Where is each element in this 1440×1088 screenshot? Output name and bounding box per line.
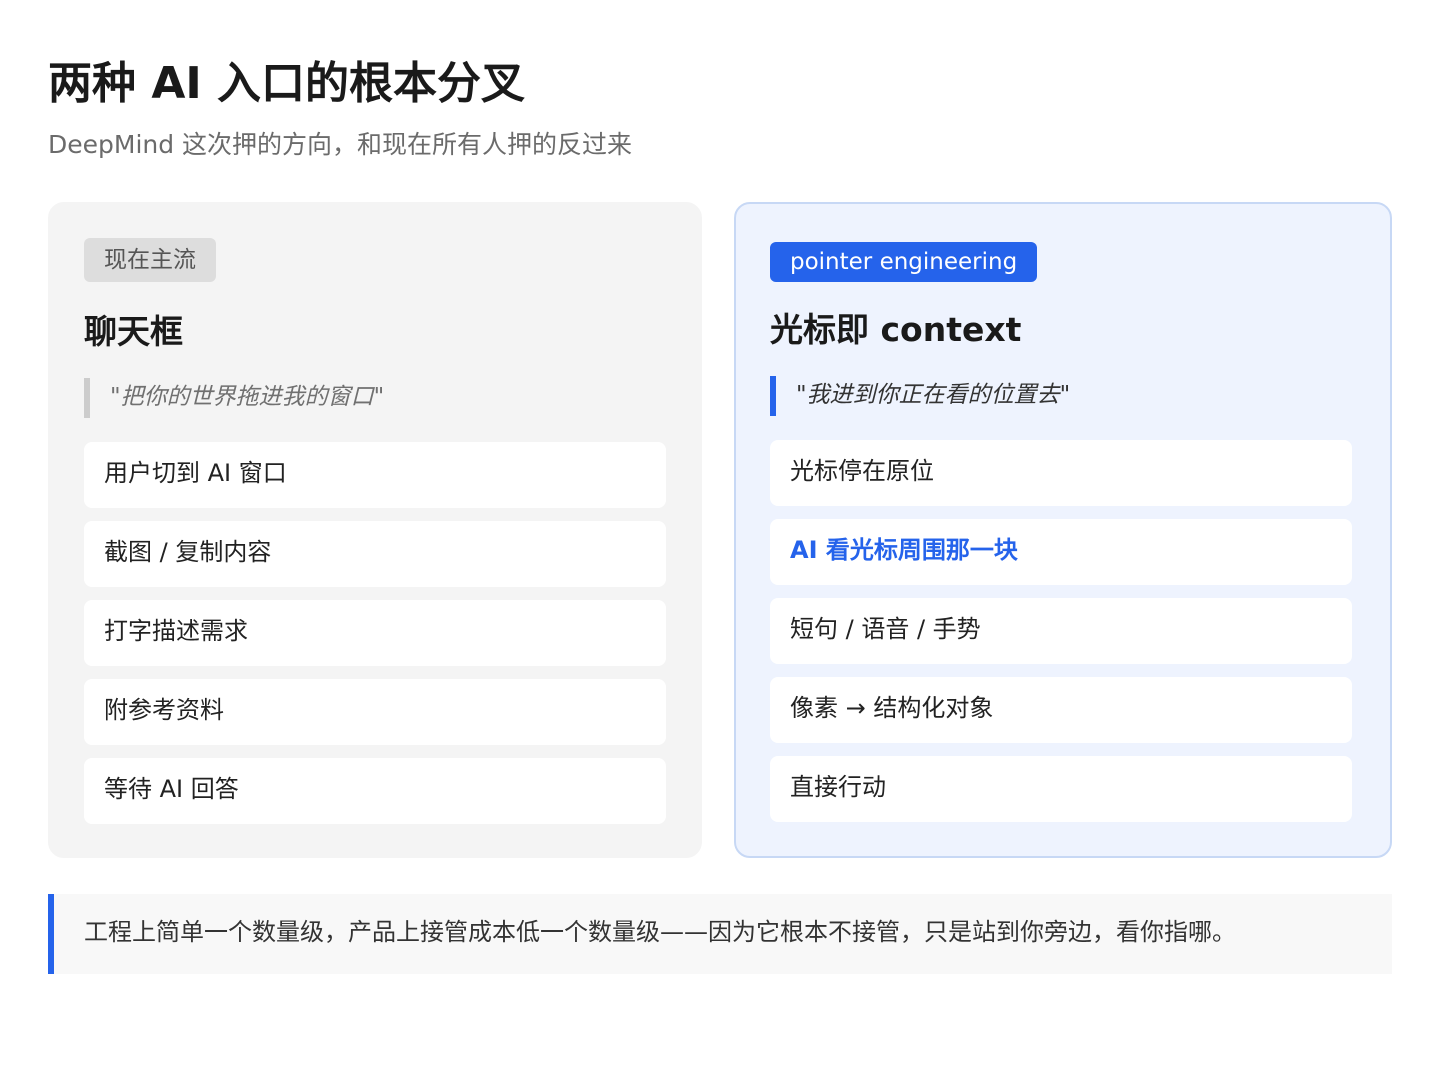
chatbox-quote: "把你的世界拖进我的窗口" (84, 378, 384, 418)
pointer-steps: 光标停在原位 AI 看光标周围那一块 短句 / 语音 / 手势 像素 → 结构化… (770, 440, 1352, 835)
chatbox-heading: 聊天框 (84, 312, 183, 351)
pointer-step-highlighted: AI 看光标周围那一块 (770, 519, 1352, 585)
pointer-heading: 光标即 context (770, 310, 1022, 349)
chatbox-step: 打字描述需求 (84, 600, 666, 666)
chatbox-step: 等待 AI 回答 (84, 758, 666, 824)
chatbox-step: 附参考资料 (84, 679, 666, 745)
pointer-engineering-tag: pointer engineering (770, 242, 1038, 282)
pointer-card: pointer engineering 光标即 context "我进到你正在看… (734, 202, 1392, 858)
footer-note: 工程上简单一个数量级，产品上接管成本低一个数量级——因为它根本不接管，只是站到你… (48, 894, 1392, 974)
chatbox-steps: 用户切到 AI 窗口 截图 / 复制内容 打字描述需求 附参考资料 等待 AI … (84, 442, 666, 837)
pointer-quote: "我进到你正在看的位置去" (770, 376, 1070, 416)
page-subtitle: DeepMind 这次押的方向，和现在所有人押的反过来 (48, 130, 633, 159)
pointer-step: 短句 / 语音 / 手势 (770, 598, 1352, 664)
chatbox-step: 用户切到 AI 窗口 (84, 442, 666, 508)
pointer-step: 直接行动 (770, 756, 1352, 822)
chatbox-step: 截图 / 复制内容 (84, 521, 666, 587)
pointer-step: 像素 → 结构化对象 (770, 677, 1352, 743)
page-title: 两种 AI 入口的根本分叉 (48, 58, 526, 109)
mainstream-tag: 现在主流 (84, 238, 216, 282)
pointer-step: 光标停在原位 (770, 440, 1352, 506)
chatbox-card: 现在主流 聊天框 "把你的世界拖进我的窗口" 用户切到 AI 窗口 截图 / 复… (48, 202, 702, 858)
